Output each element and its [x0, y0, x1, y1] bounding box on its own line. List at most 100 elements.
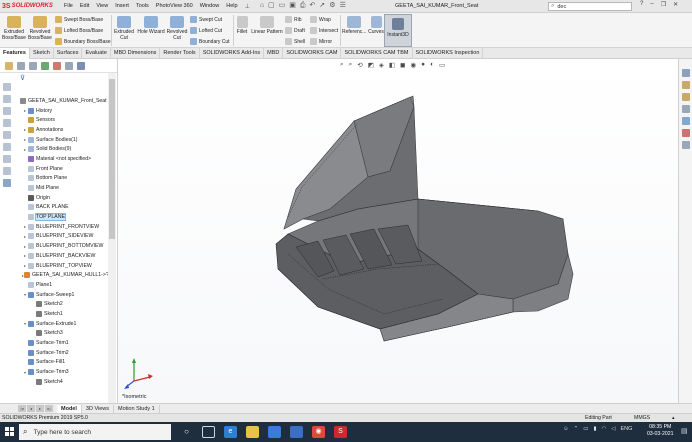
rebuild-icon[interactable]: ⚙ — [329, 1, 335, 11]
lofted-cut-button[interactable]: Lofted Cut — [190, 27, 222, 34]
feature-tree-item[interactable]: Sensors — [14, 115, 108, 125]
file-explorer-taskbar-icon[interactable] — [246, 426, 259, 438]
view-palette-icon[interactable] — [681, 105, 690, 113]
new-document-icon[interactable]: ▢ — [268, 1, 275, 11]
help-icon[interactable]: ? — [640, 1, 643, 8]
undo-icon[interactable]: ↶ — [310, 1, 316, 11]
shell-button[interactable]: Shell — [285, 38, 305, 45]
minimize-button[interactable]: – — [650, 1, 653, 8]
status-settings-icon[interactable]: ▴ — [672, 415, 675, 421]
home-icon[interactable]: ⌂ — [260, 1, 264, 11]
tab-evaluate[interactable]: Evaluate — [82, 48, 111, 59]
section-icon[interactable] — [3, 107, 11, 115]
menu-window[interactable]: Window — [200, 3, 220, 10]
seat-3d-model[interactable] — [118, 59, 678, 403]
tab-features[interactable]: Features — [0, 48, 30, 59]
feature-tree-item[interactable]: ▸ History — [14, 106, 108, 116]
graphics-area[interactable]: ⌕ ⌕ ⟲ ◩ ◈ ◧ ◼ ◉ ● ◐ ▭ *Isometric — [118, 59, 678, 403]
dimxpert-icon[interactable] — [41, 61, 49, 70]
curves-button[interactable]: Curves — [368, 16, 384, 35]
menu-file[interactable]: File — [64, 3, 73, 10]
tab-render-tools[interactable]: Render Tools — [160, 48, 200, 59]
feature-tree-item[interactable]: Sketch2 — [14, 299, 108, 309]
tab-mbd[interactable]: MBD — [264, 48, 284, 59]
taskbar-search-input[interactable]: ⌕ Type here to search — [19, 424, 171, 440]
feature-tree-item[interactable]: ▸ BLUEPRINT_BACKVIEW — [14, 251, 108, 261]
draft-button[interactable]: Draft — [285, 27, 305, 34]
configuration-manager-icon[interactable] — [29, 61, 37, 70]
select-icon[interactable]: ➚ — [319, 1, 325, 11]
file-explorer-icon[interactable] — [681, 93, 690, 101]
feature-tree-item[interactable]: Sketch4 — [14, 377, 108, 387]
solidworks-taskbar-icon[interactable]: S — [334, 426, 347, 438]
status-units[interactable]: MMGS — [634, 415, 650, 421]
custom-properties-icon[interactable] — [681, 129, 690, 137]
scrollbar-thumb[interactable] — [109, 79, 115, 239]
linear-pattern-button[interactable]: Linear Pattern — [251, 16, 283, 35]
next-tab-icon[interactable]: ▸ — [36, 405, 44, 412]
sketch-toggle-icon[interactable] — [3, 179, 11, 187]
feature-tree-item[interactable]: ▸ GEETA_SAI_KUMAR_HULL1->? — [14, 270, 109, 280]
feature-tree-item[interactable]: Surface-Fill1 — [14, 358, 108, 368]
display-manager-icon[interactable] — [53, 61, 61, 70]
hole-wizard-button[interactable]: Hole Wizard — [137, 16, 165, 35]
feature-tree-item[interactable]: ▸ Surface Bodies(1) — [14, 135, 108, 145]
cortana-icon[interactable]: ○ — [180, 426, 193, 438]
tab-solidworks-inspection[interactable]: SOLIDWORKS Inspection — [413, 48, 484, 59]
feature-tree-item[interactable]: ▾ Surface-Sweep1 — [14, 290, 108, 300]
feature-tree-item[interactable]: ▾ Surface-Trim3 — [14, 367, 108, 377]
options-icon[interactable]: ☰ — [340, 1, 346, 11]
feature-tree-item[interactable]: ▾ Surface-Extrude1 — [14, 319, 108, 329]
mail-icon[interactable] — [290, 426, 303, 438]
feature-tree-scrollbar[interactable] — [108, 73, 116, 403]
feature-tree-item[interactable]: Surface-Trim1 — [14, 338, 108, 348]
expand-icon[interactable] — [3, 95, 11, 103]
design-library-icon[interactable] — [681, 81, 690, 89]
boundary-cut-button[interactable]: Boundary Cut — [190, 38, 230, 45]
appearances-icon[interactable] — [681, 117, 690, 125]
appearance-icon[interactable] — [3, 143, 11, 151]
scene-icon[interactable] — [3, 155, 11, 163]
print-icon[interactable]: ⎙ — [300, 1, 306, 11]
lofted-boss-button[interactable]: Lofted Boss/Base — [55, 27, 103, 34]
menu-insert[interactable]: Insert — [115, 3, 129, 10]
feature-tree-item[interactable]: ▸ Solid Bodies(9) — [14, 144, 108, 154]
tray-language[interactable]: ENG — [621, 426, 633, 432]
revolved-cut-button[interactable]: Revolved Cut — [166, 16, 188, 41]
feature-manager-icon[interactable] — [5, 61, 13, 70]
tab-mbd-dimensions[interactable]: MBD Dimensions — [111, 48, 161, 59]
tab-motion-study[interactable]: Motion Study 1 — [114, 404, 160, 413]
feature-tree-item[interactable]: BACK PLANE — [14, 203, 108, 213]
edge-icon[interactable]: e — [224, 426, 237, 438]
instant3d-button[interactable]: Instant3D — [384, 14, 412, 47]
filter-icon[interactable]: ⊽ — [20, 74, 25, 82]
taskbar-clock[interactable]: 08:35 PM 03-03-2021 — [647, 424, 674, 438]
solidworks-logo[interactable]: 3S SOLIDWORKS — [0, 3, 53, 10]
tab-solidworks-cam[interactable]: SOLIDWORKS CAM — [283, 48, 342, 59]
tray-battery-icon[interactable]: ▮ — [593, 426, 596, 432]
panel-expand-icon[interactable] — [77, 61, 85, 70]
action-center-icon[interactable]: ▤ — [681, 427, 688, 435]
menu-photoview[interactable]: PhotoView 360 — [156, 3, 193, 10]
feature-tree-item[interactable]: ▸ BLUEPRINT_TOPVIEW — [14, 261, 108, 271]
prev-tab-icon[interactable]: ◂ — [27, 405, 35, 412]
tab-sketch[interactable]: Sketch — [30, 48, 54, 59]
extruded-cut-button[interactable]: Extruded Cut — [113, 16, 135, 41]
feature-tree-item[interactable]: Surface-Trim2 — [14, 348, 108, 358]
cam-manager-icon[interactable] — [65, 61, 73, 70]
intersect-button[interactable]: Intersect — [310, 27, 338, 34]
camera-icon[interactable] — [3, 167, 11, 175]
view-icon[interactable] — [3, 83, 11, 91]
first-tab-icon[interactable]: |◂ — [18, 405, 26, 412]
feature-tree-item[interactable]: Sketch3 — [14, 329, 108, 339]
feature-tree-item[interactable]: Plane1 — [14, 280, 108, 290]
feature-tree-item[interactable]: Origin — [14, 193, 108, 203]
task-view-icon[interactable] — [202, 426, 215, 438]
feature-tree-item[interactable]: ▸ BLUEPRINT_SIDEVIEW — [14, 232, 108, 242]
feature-tree-item[interactable]: TOP PLANE — [14, 212, 108, 222]
feature-tree-item[interactable]: GEETA_SAI_KUMAR_Front_Seat — [14, 96, 108, 106]
tray-volume-icon[interactable]: ◁ — [611, 426, 615, 432]
tab-3d-views[interactable]: 3D Views — [82, 404, 115, 413]
extruded-boss-button[interactable]: Extruded Boss/Base — [2, 16, 26, 41]
boundary-boss-button[interactable]: Boundary Boss/Base — [55, 38, 111, 45]
